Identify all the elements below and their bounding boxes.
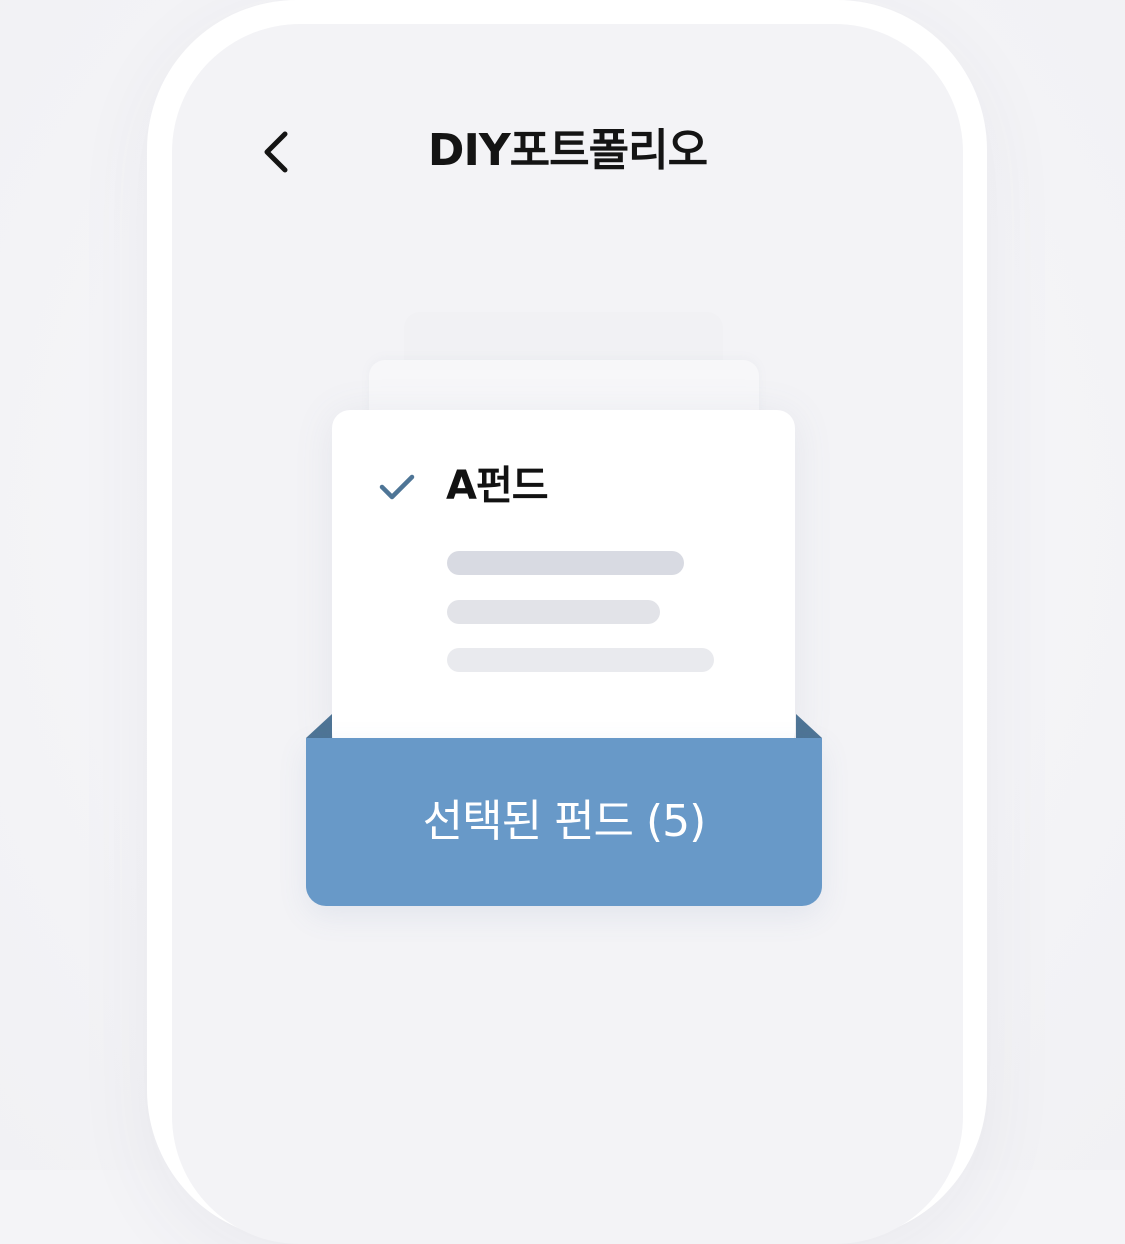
selected-funds-label: 선택된 펀드 (5) [422, 796, 707, 847]
fund-name: A펀드 [446, 463, 549, 509]
selected-funds-pocket: 선택된 펀드 (5) [306, 738, 822, 906]
placeholder-line [447, 600, 660, 624]
placeholder-line [447, 648, 714, 672]
placeholder-line [447, 551, 684, 575]
fund-card-stack-illustration: A펀드 선택된 펀드 (5) [0, 0, 1125, 1170]
fund-card [332, 410, 795, 750]
check-icon [379, 474, 415, 500]
